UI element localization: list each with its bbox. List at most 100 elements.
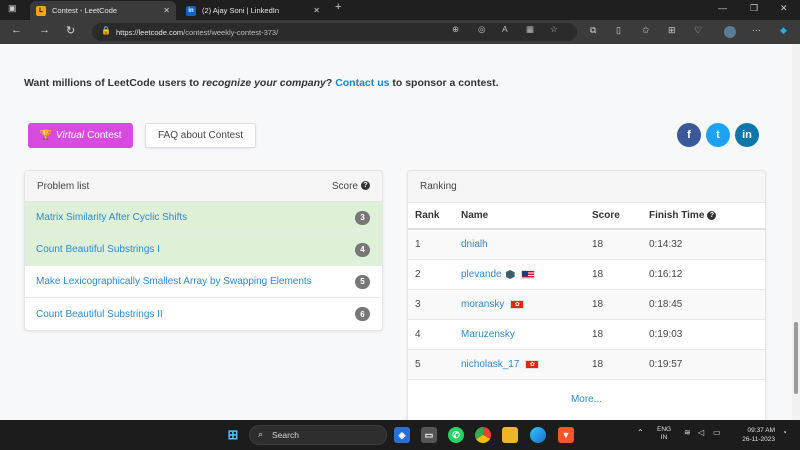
windows-taskbar: ⊞ ⌕ Search ◈ ▭ ✆ ▼ ⌃ ENG IN ≋ ◁ ▭ 09:37 … [0, 420, 800, 450]
ranking-card: Ranking Rank Name Score Finish Time? 1 d… [407, 170, 766, 420]
rank-finish-time: 0:18:45 [649, 299, 683, 310]
user-link[interactable]: plevande [461, 269, 502, 280]
whatsapp-icon[interactable]: ✆ [448, 427, 464, 443]
extensions-icon[interactable]: ⧉ [590, 25, 596, 36]
close-icon[interactable]: ✕ [163, 6, 170, 15]
contest-label: Contest [87, 130, 122, 141]
favorites-icon[interactable]: ✩ [642, 25, 650, 36]
zoom-icon[interactable]: ⊕ [452, 24, 459, 35]
rank-value: 2 [415, 269, 421, 280]
help-icon[interactable]: ? [707, 210, 717, 220]
language-indicator[interactable]: ENG IN [657, 426, 671, 442]
user-link[interactable]: dnialh [461, 239, 488, 250]
windows-start-icon[interactable]: ⊞ [225, 427, 241, 443]
user-link[interactable]: moransky [461, 299, 504, 310]
rank-finish-time: 0:16:12 [649, 269, 683, 280]
faq-contest-button[interactable]: FAQ about Contest [145, 123, 256, 148]
file-explorer-icon[interactable] [502, 427, 518, 443]
virtual-contest-button[interactable]: 🏆 Virtual Contest [28, 123, 133, 148]
collections-icon[interactable]: ⊞ [668, 25, 676, 36]
rank-value: 4 [415, 329, 421, 340]
rank-name-cell: dnialh [461, 239, 592, 250]
us-flag-icon [520, 270, 535, 279]
user-link[interactable]: Maruzensky [461, 329, 515, 340]
ranking-column-headers: Rank Name Score Finish Time? [408, 203, 765, 230]
col-score: Score [592, 210, 620, 221]
tab-title: (2) Ajay Soni | LinkedIn [202, 6, 279, 15]
tab-linkedin[interactable]: in (2) Ajay Soni | LinkedIn ✕ [180, 1, 326, 20]
problem-row: Count Beautiful Substrings II 6 [25, 298, 382, 330]
facebook-icon[interactable]: f [677, 123, 701, 147]
address-toolbar: ← → ↻ 🔒 https://leetcode.com/contest/wee… [0, 20, 800, 44]
score-label: Score [331, 180, 358, 192]
twitter-icon[interactable]: t [706, 123, 730, 147]
col-finish-time: Finish Time? [649, 210, 765, 221]
rank-value: 3 [415, 299, 421, 310]
problem-link[interactable]: Make Lexicographically Smallest Array by… [36, 276, 312, 287]
user-link[interactable]: nicholask_17 [461, 359, 519, 370]
volume-icon[interactable]: ◁ [698, 428, 704, 437]
help-icon[interactable]: ? [361, 181, 370, 191]
tracking-prevention-icon[interactable]: ◎ [478, 24, 485, 35]
copilot-taskbar-icon[interactable]: ◈ [394, 427, 410, 443]
problem-score-badge: 6 [355, 307, 370, 321]
contact-us-link[interactable]: Contact us [335, 77, 389, 89]
task-view-icon[interactable]: ▭ [421, 427, 437, 443]
ranking-row: 2 plevande 18 0:16:12 [408, 260, 765, 290]
more-menu-icon[interactable]: ⋯ [752, 25, 761, 36]
forward-icon[interactable]: → [39, 24, 50, 36]
battery-icon[interactable]: ▭ [713, 428, 721, 437]
browser-tab-bar: ▣ L Contest - LeetCode ✕ in (2) Ajay Son… [0, 0, 800, 20]
copilot-icon[interactable]: ◆ [780, 25, 787, 36]
new-tab-icon[interactable]: + [335, 1, 341, 13]
favorite-star-icon[interactable]: ☆ [550, 24, 558, 35]
tab-leetcode[interactable]: L Contest - LeetCode ✕ [30, 1, 176, 20]
problem-row: Count Beautiful Substrings I 4 [25, 234, 382, 266]
browser-essentials-icon[interactable]: ♡ [694, 25, 702, 36]
minimize-icon[interactable]: — [718, 3, 727, 13]
problem-list-title: Problem list [37, 180, 90, 192]
read-aloud-icon[interactable]: A [502, 24, 508, 34]
sponsor-text: to sponsor a contest. [389, 77, 499, 89]
ranking-title: Ranking [420, 181, 457, 192]
scrollbar-thumb[interactable] [794, 322, 798, 394]
problem-score-badge: 5 [355, 274, 370, 289]
workspaces-icon[interactable]: ▣ [8, 3, 17, 14]
rank-score: 18 [592, 329, 604, 340]
linkedin-glyph: in [742, 129, 752, 141]
refresh-icon[interactable]: ↻ [66, 24, 75, 37]
leetcode-icon: L [36, 5, 46, 16]
problem-link[interactable]: Matrix Similarity After Cyclic Shifts [36, 212, 187, 223]
restore-icon[interactable]: ❐ [750, 3, 758, 14]
problem-row: Matrix Similarity After Cyclic Shifts 3 [25, 202, 382, 234]
system-clock[interactable]: 09:37 AM 26-11-2023 [733, 426, 775, 444]
ranking-row: 4 Maruzensky 18 0:19:03 [408, 320, 765, 350]
rank-name-cell: moransky ✿ [461, 299, 592, 310]
app-available-icon[interactable]: ▦ [526, 24, 534, 35]
more-rankings-link[interactable]: More... [408, 380, 765, 418]
window-close-icon[interactable]: ✕ [780, 3, 788, 14]
search-label: Search [272, 430, 299, 440]
tray-chevron-icon[interactable]: ⌃ [637, 428, 644, 437]
problem-link[interactable]: Count Beautiful Substrings I [36, 244, 160, 255]
col-name: Name [461, 210, 489, 221]
linkedin-share-icon[interactable]: in [735, 123, 759, 147]
problem-link[interactable]: Count Beautiful Substrings II [36, 309, 163, 320]
sponsor-emphasis: recognize your company [202, 77, 326, 89]
finish-time-label: Finish Time [649, 210, 705, 221]
more-label: More... [570, 393, 603, 405]
close-icon[interactable]: ✕ [313, 6, 320, 15]
edge-icon[interactable] [530, 427, 546, 443]
back-icon[interactable]: ← [11, 24, 22, 36]
wifi-icon[interactable]: ≋ [684, 428, 691, 437]
chrome-icon[interactable] [475, 427, 491, 443]
url-host: https://leetcode.com [116, 27, 184, 37]
clock-date: 26-11-2023 [742, 436, 775, 443]
profile-avatar-icon[interactable] [724, 26, 736, 38]
virtual-label: Virtual [55, 130, 85, 141]
rank-score: 18 [592, 269, 604, 280]
split-screen-icon[interactable]: ▯ [616, 25, 621, 36]
brave-icon[interactable]: ▼ [558, 427, 574, 443]
taskbar-search[interactable]: ⌕ Search [249, 425, 387, 445]
notifications-icon[interactable]: ◔ [782, 428, 787, 437]
